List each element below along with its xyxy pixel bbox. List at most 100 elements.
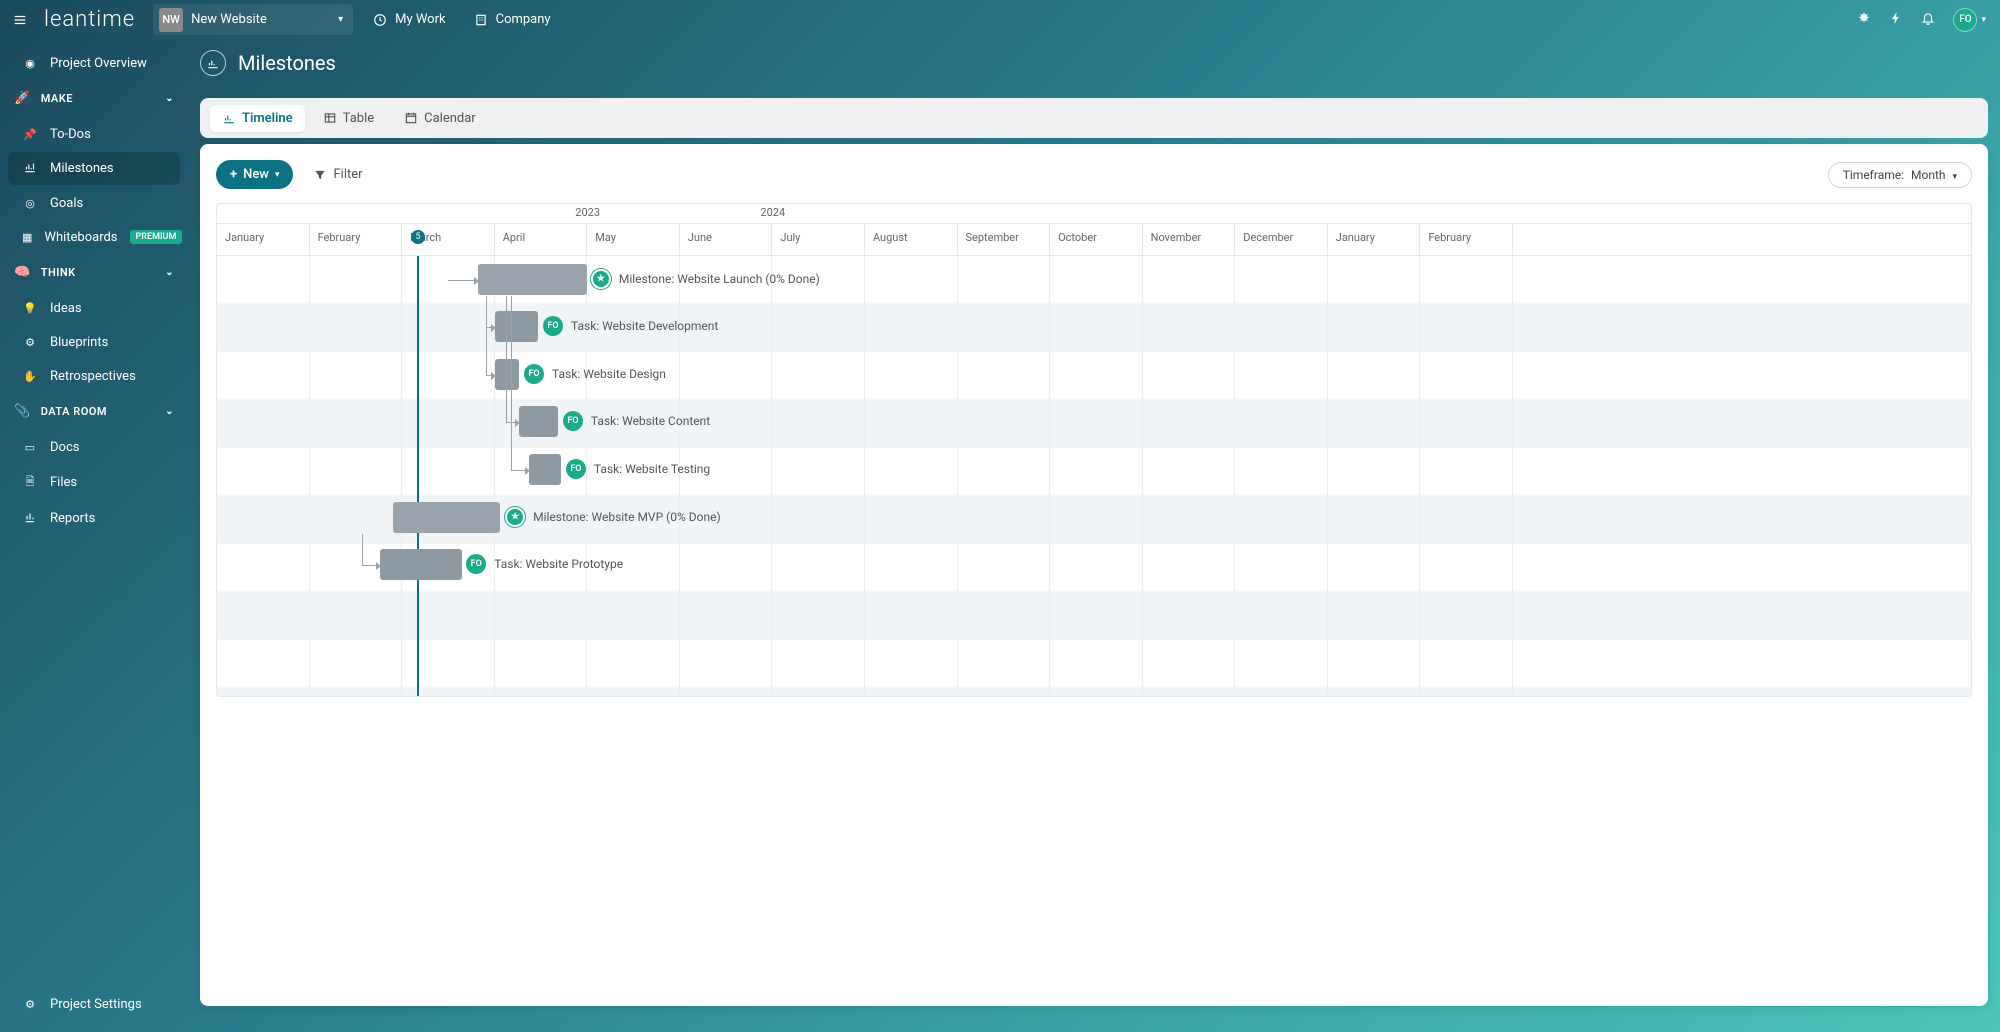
gantt-row[interactable]: FO Task: Website Development [543, 316, 718, 336]
sidebar-label: Reports [50, 511, 95, 526]
company-link[interactable]: Company [460, 0, 565, 39]
month-header-cell: April [495, 224, 588, 255]
user-menu[interactable]: FO ▾ [1953, 8, 1986, 32]
month-header-cell: November [1143, 224, 1236, 255]
sidebar-group-think[interactable]: 🧠 THINK ⌄ [0, 255, 188, 290]
gantt-row[interactable]: ★Milestone: Website Launch (0% Done) [591, 269, 820, 289]
toolbar: + New ▾ Filter Timeframe: Month ▾ [216, 160, 1972, 189]
brain-icon: 🧠 [14, 265, 31, 280]
sidebar-item-reports[interactable]: Reports [8, 502, 180, 535]
gantt-body[interactable]: 5★Milestone: Website Launch (0% Done)FOT… [217, 256, 1971, 696]
bolt-icon[interactable] [1889, 11, 1903, 29]
report-icon [22, 510, 38, 527]
tab-label: Calendar [424, 111, 476, 126]
gantt-row[interactable]: FOTask: Website Design [524, 364, 666, 384]
my-work-label: My Work [395, 12, 445, 27]
page-title-bar: Milestones [188, 50, 336, 76]
retro-icon: ✋ [22, 370, 38, 383]
sidebar-item-blueprints[interactable]: ⚙ Blueprints [8, 326, 180, 358]
month-header-cell: December [1235, 224, 1328, 255]
sidebar-label: Docs [50, 440, 79, 455]
sidebar-group-dataroom[interactable]: 📎 DATA ROOM ⌄ [0, 394, 188, 429]
project-name: New Website [191, 12, 267, 27]
my-work-link[interactable]: My Work [359, 0, 459, 39]
filter-button[interactable]: Filter [305, 163, 370, 186]
timeframe-label: Timeframe: [1843, 168, 1904, 182]
sidebar-item-ideas[interactable]: 💡 Ideas [8, 292, 180, 324]
timeframe-value: Month [1911, 168, 1945, 182]
sidebar-label: Milestones [50, 161, 114, 176]
assignee-avatar: FO [466, 554, 486, 574]
month-header-cell: June [680, 224, 773, 255]
assignee-avatar: FO [543, 316, 563, 336]
sidebar-label: Project Overview [50, 56, 147, 71]
timeframe-select[interactable]: Timeframe: Month ▾ [1828, 162, 1972, 188]
gantt-bar[interactable] [529, 454, 561, 485]
sidebar-item-goals[interactable]: ◎ Goals [8, 187, 180, 219]
sidebar-item-todos[interactable]: 📌 To-Dos [8, 118, 180, 150]
month-header-cell: January [217, 224, 310, 255]
main-panel: + New ▾ Filter Timeframe: Month ▾ 202320… [200, 144, 1988, 1006]
milestone-icon: ★ [505, 507, 525, 527]
chevron-down-icon: ⌄ [165, 267, 174, 278]
sidebar-item-docs[interactable]: ▭ Docs [8, 431, 180, 463]
month-header-cell: January [1328, 224, 1421, 255]
sidebar-group-label: THINK [41, 266, 76, 279]
gantt-row-label: Milestone: Website MVP (0% Done) [533, 510, 721, 524]
gantt-bar[interactable] [519, 406, 558, 437]
sidebar-label: Retrospectives [50, 369, 136, 384]
month-header-cell: September [958, 224, 1051, 255]
gantt-row[interactable]: FOTask: Website Content [563, 411, 710, 431]
month-header-cell: February [310, 224, 403, 255]
new-button[interactable]: + New ▾ [216, 160, 293, 189]
milestone-icon: ★ [591, 269, 611, 289]
sidebar-item-files[interactable]: 🗎 Files [8, 465, 180, 500]
sidebar-label: Whiteboards [44, 230, 117, 245]
plugin-icon[interactable] [1857, 11, 1871, 29]
bulb-icon: 💡 [22, 302, 38, 315]
sidebar-item-milestones[interactable]: Milestones [8, 152, 180, 185]
month-header-cell: July [772, 224, 865, 255]
gantt-row-label: Task: Website Development [571, 319, 718, 333]
clip-icon: 📎 [14, 404, 31, 419]
gear-icon: ⚙ [22, 998, 38, 1011]
chart-icon [22, 160, 38, 177]
tab-table[interactable]: Table [311, 105, 386, 132]
sidebar-item-retros[interactable]: ✋ Retrospectives [8, 360, 180, 392]
sidebar-group-label: DATA ROOM [41, 405, 107, 418]
blueprint-icon: ⚙ [22, 336, 38, 349]
tab-calendar[interactable]: Calendar [392, 105, 488, 132]
user-avatar: FO [1953, 8, 1977, 32]
gantt-row[interactable]: FO Task: Website Prototype [466, 554, 623, 574]
hamburger-button[interactable] [0, 0, 39, 39]
chevron-down-icon: ⌄ [165, 93, 174, 104]
gantt-row[interactable]: ★ Milestone: Website MVP (0% Done) [505, 507, 721, 527]
home-icon: ◉ [22, 57, 38, 70]
view-tabs: Timeline Table Calendar [200, 98, 1988, 138]
sidebar-label: Files [50, 475, 77, 490]
page-title: Milestones [238, 51, 336, 75]
sidebar-group-make[interactable]: 🚀 MAKE ⌄ [0, 81, 188, 116]
company-label: Company [496, 12, 551, 27]
sidebar-item-overview[interactable]: ◉ Project Overview [8, 47, 180, 79]
tab-timeline[interactable]: Timeline [210, 105, 305, 132]
sidebar-item-settings[interactable]: ⚙ Project Settings [8, 988, 180, 1020]
gantt-chart: 20232024 JanuaryFebruaryMarchAprilMayJun… [216, 203, 1972, 697]
project-switcher[interactable]: NW New Website ▾ [153, 4, 353, 35]
gantt-row-label: Task: Website Prototype [494, 557, 623, 571]
gantt-bar[interactable] [380, 549, 462, 580]
assignee-avatar: FO [563, 411, 583, 431]
gantt-bar[interactable] [495, 311, 538, 342]
whiteboard-icon: ▦ [22, 231, 32, 244]
assignee-avatar: FO [566, 459, 586, 479]
today-line: 5 [417, 256, 419, 696]
logo: leantime [39, 7, 147, 32]
sidebar-item-whiteboards[interactable]: ▦ Whiteboards PREMIUM [8, 221, 188, 253]
month-header-cell: August [865, 224, 958, 255]
docs-icon: ▭ [22, 441, 38, 454]
gantt-row[interactable]: FOTask: Website Testing [566, 459, 710, 479]
bell-icon[interactable] [1921, 11, 1935, 29]
gantt-bar[interactable] [495, 359, 519, 390]
gantt-bar[interactable] [478, 264, 587, 295]
gantt-bar[interactable] [393, 502, 500, 533]
